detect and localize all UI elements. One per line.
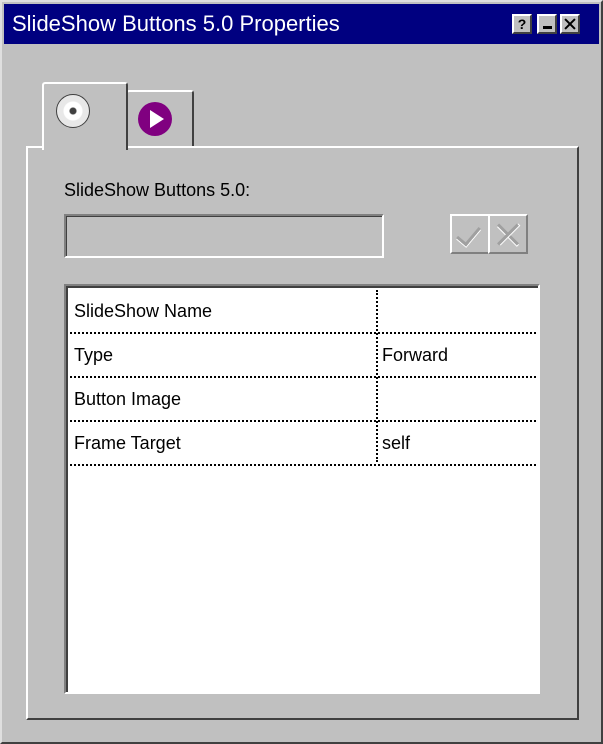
apply-button[interactable] bbox=[450, 214, 490, 254]
property-name: SlideShow Name bbox=[74, 301, 213, 321]
property-grid: SlideShow Name Type Forward Button Image… bbox=[64, 284, 540, 694]
tab-slideshow[interactable] bbox=[126, 90, 194, 146]
play-icon bbox=[138, 102, 172, 136]
property-value[interactable] bbox=[382, 290, 532, 332]
property-value[interactable] bbox=[382, 378, 532, 420]
title-bar[interactable]: SlideShow Buttons 5.0 Properties ? bbox=[4, 4, 599, 44]
help-button[interactable]: ? bbox=[512, 14, 532, 34]
property-value[interactable]: self bbox=[382, 422, 532, 464]
checkmark-icon bbox=[456, 220, 481, 247]
property-value[interactable]: Forward bbox=[382, 334, 532, 376]
property-name: Button Image bbox=[74, 389, 182, 409]
property-name: Type bbox=[74, 345, 114, 365]
grid-row[interactable]: Type Forward bbox=[70, 334, 536, 378]
close-button[interactable] bbox=[560, 14, 580, 34]
cd-icon bbox=[56, 94, 90, 128]
window-title: SlideShow Buttons 5.0 Properties bbox=[12, 11, 340, 36]
grid-row[interactable]: Button Image bbox=[70, 378, 536, 422]
tab-general[interactable] bbox=[42, 82, 128, 150]
minimize-button[interactable] bbox=[537, 14, 557, 34]
cancel-button[interactable] bbox=[488, 214, 528, 254]
tab-panel: SlideShow Buttons 5.0: SlideShow Name Ty… bbox=[26, 146, 579, 720]
grid-row[interactable]: Frame Target self bbox=[70, 422, 536, 466]
properties-window: SlideShow Buttons 5.0 Properties ? Slide… bbox=[0, 0, 603, 744]
section-label: SlideShow Buttons 5.0: bbox=[64, 180, 251, 200]
name-field[interactable] bbox=[64, 214, 384, 258]
property-name: Frame Target bbox=[74, 433, 181, 453]
help-icon: ? bbox=[517, 16, 527, 32]
grid-row[interactable]: SlideShow Name bbox=[70, 290, 536, 334]
